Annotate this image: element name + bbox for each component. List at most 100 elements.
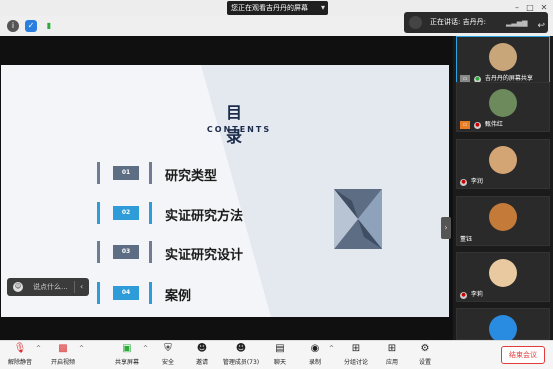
item-bar [97,162,100,184]
signal-icon[interactable]: ▮ [43,20,55,32]
manage-members-button[interactable]: ☻ 管理成员(73) [220,343,262,369]
add-user-icon: ☻ [196,343,208,354]
participant-panel: ▭ ● 吉丹丹的屏幕共享 ▭ ● 甄伟红 ● 李润 董钰 ● 李莉 [453,36,553,343]
item-bar [97,202,100,224]
item-bar [149,241,152,263]
audio-bars-icon: ▂▃▅▆ [506,19,528,27]
camera-off-icon: ▭ [460,121,470,129]
participant-tile[interactable]: ▭ ● 吉丹丹的屏幕共享 [456,36,550,86]
meeting-toolbar: 🎙 解除静音 ^ ▩ 开启视频 ^ ▣ 共享屏幕 ^ ⛨ 安全 ☻ 邀请 ☻ 管… [0,340,553,369]
participant-name: ● 李莉 [460,289,483,299]
participant-tile[interactable]: 董钰 [456,196,550,246]
avatar [489,259,517,287]
participant-tile[interactable]: ● 李润 [456,139,550,189]
share-status-text: 您正在观看吉丹丹的屏幕 [231,4,308,12]
mic-muted-icon: 🎙 [13,343,27,354]
participant-name: 董钰 [460,234,472,243]
participant-tile[interactable] [456,308,550,343]
breakout-label: 分组讨论 [343,359,368,366]
participant-name-text: 李莉 [470,291,483,298]
contents-item: 04 案例 [97,282,297,304]
contents-item: 02 实证研究方法 [97,202,297,224]
contents-item: 03 实证研究设计 [97,241,297,263]
chevron-down-icon[interactable]: ▾ [321,1,325,15]
contents-item: 01 研究类型 [97,162,297,184]
participant-name: ▭ ● 甄伟红 [460,119,503,129]
participant-name-text: 吉丹丹的屏幕共享 [484,75,533,82]
screen-share-status-pill[interactable]: 您正在观看吉丹丹的屏幕 ▾ [227,1,328,15]
item-label: 研究类型 [165,169,218,184]
apps-label: 应用 [385,359,398,366]
participant-name-text: 李润 [470,178,483,185]
security-label: 安全 [161,359,174,366]
chevron-up-icon[interactable]: ^ [79,345,84,352]
participant-tile[interactable]: ▭ ● 甄伟红 [456,82,550,132]
item-label: 实证研究方法 [165,209,244,224]
avatar [489,89,517,117]
shield-icon[interactable]: ✓ [25,20,37,32]
item-bar [149,202,152,224]
record-label: 录制 [308,359,321,366]
mic-muted-icon: ● [460,292,467,299]
item-number: 02 [113,206,139,220]
avatar [489,43,517,71]
start-video-button[interactable]: ▩ 开启视频 ^ [49,343,84,369]
chat-placeholder: 说点什么... [33,283,68,291]
share-screen-icon: ▣ [122,343,132,354]
chevron-up-icon[interactable]: ^ [143,345,148,352]
item-bar [149,282,152,304]
camera-off-icon: ▩ [58,343,68,354]
participant-name-text: 董钰 [460,236,473,243]
slide-logo-icon [334,189,382,249]
item-label: 案例 [165,289,192,304]
item-number: 03 [113,245,139,259]
share-label: 共享屏幕 [114,359,139,366]
chat-input-box[interactable]: ☺ 说点什么... ‹ [7,278,89,296]
speaker-avatar [409,16,422,29]
chat-icon: ▤ [275,343,285,354]
slide-subtitle: CONTENTS [206,125,272,134]
breakout-button[interactable]: ⊞ 分组讨论 [341,343,371,369]
item-bar [97,282,100,304]
participant-tile[interactable]: ● 李莉 [456,252,550,302]
speaking-indicator: 正在讲话: 吉丹丹: ▂▃▅▆ ↩ [404,12,548,33]
share-screen-button[interactable]: ▣ 共享屏幕 ^ [113,343,148,369]
meeting-window: 您正在观看吉丹丹的屏幕 ▾ – □ ✕ i ✓ ▮ 正在讲话: 吉丹丹: ▂▃▅… [0,0,553,369]
divider [74,281,75,293]
slide-title: 目 录 [225,103,250,146]
end-meeting-button[interactable]: 结束会议 [501,346,545,364]
panel-toggle-handle[interactable]: › [441,217,451,239]
info-icon[interactable]: i [7,20,19,32]
avatar [489,146,517,174]
chat-label: 聊天 [273,359,286,366]
chevron-up-icon[interactable]: ^ [329,345,334,352]
unmute-button[interactable]: 🎙 解除静音 ^ [6,343,41,369]
chevron-left-icon[interactable]: ‹ [80,278,83,296]
breakout-icon: ⊞ [351,343,361,354]
record-button[interactable]: ◉ 录制 ^ [303,343,334,369]
apps-icon: ⊞ [387,343,397,354]
item-number: 01 [113,166,139,180]
shield-icon: ⛨ [164,343,172,354]
members-icon: ☻ [235,343,247,354]
avatar [489,203,517,231]
invite-button[interactable]: ☻ 邀请 [190,343,214,369]
shared-screen-area: 目 录 CONTENTS 01 研究类型 02 实证研究方法 03 实证研究设计 [0,36,453,340]
emoji-icon[interactable]: ☺ [13,282,23,292]
apps-button[interactable]: ⊞ 应用 [380,343,404,369]
chevron-up-icon[interactable]: ^ [36,345,41,352]
security-button[interactable]: ⛨ 安全 [156,343,180,369]
settings-label: 设置 [418,359,431,366]
invite-label: 邀请 [195,359,208,366]
avatar [489,315,517,343]
settings-button[interactable]: ⚙ 设置 [413,343,437,369]
record-icon: ◉ [310,343,320,354]
mic-muted-icon: ● [460,179,467,186]
item-label: 实证研究设计 [165,248,244,263]
members-label: 管理成员(73) [222,359,260,366]
participant-name-text: 甄伟红 [484,121,503,128]
unmute-label: 解除静音 [7,359,32,366]
gear-icon: ⚙ [420,343,430,354]
collapse-arrow-icon[interactable]: ↩ [537,16,545,37]
chat-button[interactable]: ▤ 聊天 [268,343,292,369]
